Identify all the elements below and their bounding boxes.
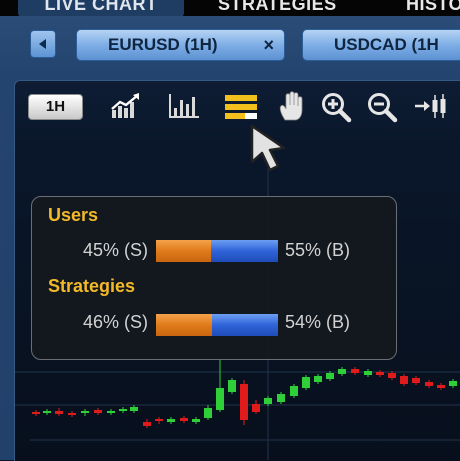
candle-body (180, 418, 188, 421)
strategies-buy-fill (212, 314, 278, 336)
candle-body (425, 382, 433, 386)
candle-body (130, 407, 138, 411)
candle-body (81, 411, 89, 413)
candle-body (449, 381, 457, 386)
strategies-sentiment-bar (156, 314, 278, 336)
users-sentiment-bar (156, 240, 278, 262)
candle-body (228, 380, 236, 392)
candle-body (302, 377, 310, 388)
candle-body (252, 404, 260, 412)
candlestick-series (32, 360, 457, 428)
candle-body (264, 398, 272, 404)
candle-body (32, 412, 40, 414)
users-buy-fill (210, 240, 278, 262)
candle-body (400, 376, 408, 384)
candle-body (314, 376, 322, 382)
candle-body (155, 419, 163, 421)
candle-body (55, 411, 63, 414)
strategies-sell-percent: 46% (S) (82, 312, 148, 332)
candle-body (94, 410, 102, 413)
candle-body (338, 369, 346, 374)
strategies-sell-fill (156, 314, 213, 336)
mouse-pointer-icon (250, 124, 286, 172)
candle-body (412, 378, 420, 383)
candle-body (167, 419, 175, 422)
users-title: Users (48, 205, 99, 225)
candle-body (43, 411, 51, 413)
users-buy-percent: 55% (B) (285, 240, 351, 260)
candle-body (376, 372, 384, 375)
sentiment-popup: Users 45% (S) 55% (B) Strategies 46% (S)… (31, 196, 397, 360)
candle-body (290, 386, 298, 396)
candle-body (326, 373, 334, 379)
candle-body (68, 413, 76, 415)
candle-body (240, 384, 248, 420)
users-sell-percent: 45% (S) (82, 240, 148, 260)
candle-body (277, 394, 285, 402)
candle-body (388, 373, 396, 378)
candle-body (204, 408, 212, 418)
candle-body (192, 419, 200, 422)
candle-body (364, 371, 372, 375)
candle-body (351, 369, 359, 373)
strategies-buy-percent: 54% (B) (285, 312, 351, 332)
candle-body (143, 422, 151, 426)
candle-body (216, 388, 224, 410)
candle-body (107, 411, 115, 413)
strategies-title: Strategies (48, 276, 136, 296)
candle-body (119, 409, 127, 411)
candle-body (437, 385, 445, 388)
users-sell-fill (156, 240, 211, 262)
